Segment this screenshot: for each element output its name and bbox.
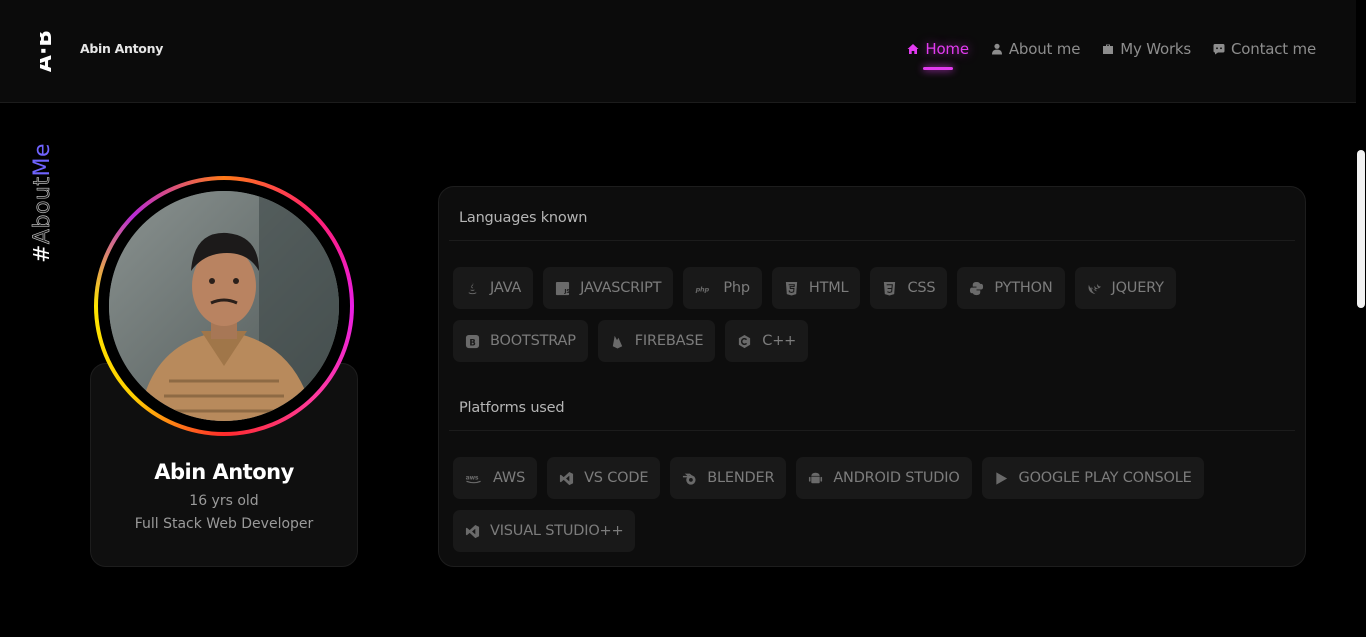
chat-icon: [1213, 44, 1225, 55]
chip-label: CSS: [907, 280, 936, 296]
chip-javascript[interactable]: JS JAVASCRIPT: [543, 267, 674, 309]
chip-label: C++: [762, 333, 797, 349]
chip-blender[interactable]: BLENDER: [670, 457, 787, 499]
nav-works[interactable]: My Works: [1102, 38, 1191, 60]
nav-contact[interactable]: Contact me: [1213, 38, 1316, 60]
chip-label: PYTHON: [994, 280, 1053, 296]
chip-label: VISUAL STUDIO++: [490, 523, 624, 539]
nav-home[interactable]: Home: [907, 38, 969, 70]
nav-works-label: My Works: [1120, 40, 1192, 58]
chip-google-play-console[interactable]: GOOGLE PLAY CONSOLE: [981, 457, 1204, 499]
firebase-icon: [610, 334, 625, 349]
section-label-hash: #: [30, 244, 55, 263]
svg-text:aws: aws: [466, 474, 479, 481]
section-label-about: About: [30, 176, 56, 245]
brand-name: Abin Antony: [80, 41, 164, 56]
nav-about-label: About me: [1008, 40, 1081, 58]
bootstrap-icon: B: [465, 334, 480, 349]
chip-firebase[interactable]: FIREBASE: [597, 320, 716, 362]
chip-android-studio[interactable]: ANDROID STUDIO: [796, 457, 972, 499]
android-icon: [808, 471, 823, 486]
avatar-ring: [94, 176, 354, 436]
section-label-me: Me: [30, 142, 55, 177]
chip-label: Php: [723, 280, 750, 296]
chip-label: BLENDER: [707, 470, 775, 486]
chip-jquery[interactable]: JQUERY: [1074, 267, 1176, 309]
nav-home-label: Home: [925, 40, 969, 58]
logo-icon: A·B: [32, 30, 57, 72]
languages-title: Languages known: [459, 210, 588, 226]
svg-text:A·B: A·B: [40, 30, 57, 72]
chip-label: BOOTSTRAP: [490, 333, 576, 349]
svg-text:JS: JS: [564, 289, 571, 295]
chip-cplusplus[interactable]: C++: [725, 320, 809, 362]
chip-visual-studio[interactable]: VISUAL STUDIO++: [453, 510, 636, 552]
chip-php[interactable]: php Php: [683, 267, 762, 309]
chip-css[interactable]: CSS: [870, 267, 948, 309]
platforms-divider: [449, 430, 1295, 431]
java-icon: [465, 281, 480, 296]
chip-vscode[interactable]: VS CODE: [547, 457, 661, 499]
blender-icon: [682, 471, 697, 486]
profile-name: Abin Antony: [154, 460, 294, 484]
php-icon: php: [695, 281, 713, 296]
javascript-icon: JS: [555, 281, 570, 296]
chip-aws[interactable]: aws AWS: [453, 457, 538, 499]
avatar: [109, 191, 339, 421]
chip-label: JQUERY: [1111, 280, 1164, 296]
profile-role: Full Stack Web Developer: [134, 516, 314, 532]
briefcase-icon: [1103, 44, 1114, 54]
main-nav: Home About me My Works Contact me: [907, 38, 1316, 70]
google-play-icon: [994, 471, 1009, 486]
chip-label: AWS: [493, 470, 526, 486]
chip-label: ANDROID STUDIO: [833, 470, 960, 486]
chip-bootstrap[interactable]: B BOOTSTRAP: [453, 320, 588, 362]
chip-python[interactable]: PYTHON: [957, 267, 1065, 309]
home-icon: [907, 44, 919, 54]
scrollbar-thumb[interactable]: [1357, 150, 1365, 308]
section-vertical-label: #AboutMe: [30, 142, 56, 263]
aws-icon: aws: [465, 471, 483, 486]
html5-icon: [784, 281, 799, 296]
logo[interactable]: A·B: [32, 26, 70, 76]
css3-icon: [882, 281, 897, 296]
svg-text:php: php: [695, 285, 710, 293]
languages-list: JAVA JS JAVASCRIPT php Php HTML CSS PYTH…: [453, 267, 1293, 362]
nav-about[interactable]: About me: [991, 38, 1080, 60]
chip-label: JAVASCRIPT: [580, 280, 662, 296]
user-icon: [991, 43, 1002, 55]
svg-text:B: B: [469, 337, 475, 347]
skills-card: Languages known JAVA JS JAVASCRIPT php P…: [438, 186, 1306, 567]
chip-label: HTML: [808, 280, 849, 296]
chip-label: VS CODE: [584, 470, 649, 486]
chip-html[interactable]: HTML: [771, 267, 861, 309]
nav-contact-label: Contact me: [1231, 40, 1316, 58]
visual-studio-icon: [465, 524, 480, 539]
jquery-icon: [1087, 281, 1102, 296]
chip-label: FIREBASE: [634, 333, 704, 349]
profile-age: 16 yrs old: [189, 493, 259, 509]
chip-java[interactable]: JAVA: [453, 267, 534, 309]
python-icon: [969, 281, 984, 296]
site-header: A·B Abin Antony Home About me My Works C…: [0, 0, 1356, 103]
avatar-photo: [109, 191, 339, 421]
chip-label: JAVA: [490, 280, 522, 296]
cplusplus-icon: [737, 334, 752, 349]
languages-divider: [449, 240, 1295, 241]
platforms-title: Platforms used: [459, 400, 565, 416]
avatar-frame: [98, 180, 350, 432]
chip-label: GOOGLE PLAY CONSOLE: [1018, 470, 1192, 486]
platforms-list: aws AWS VS CODE BLENDER ANDROID STUDIO G…: [453, 457, 1293, 552]
vscode-icon: [559, 471, 574, 486]
